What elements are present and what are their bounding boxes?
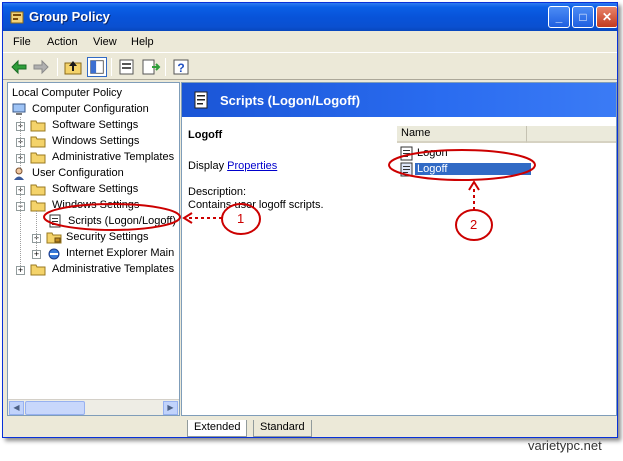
scroll-left-icon[interactable]: ◀ [9, 401, 24, 415]
tree-item-label: Scripts (Logon/Logoff) [68, 215, 177, 227]
tree-item-uc-administrative-templates[interactable]: + Administrative Templates [16, 262, 176, 278]
list-item-logon[interactable]: Logon [397, 146, 537, 162]
folder-icon [30, 136, 46, 148]
toolbar: ? [3, 54, 617, 80]
console-tree[interactable]: Local Computer Policy Computer Configura… [7, 82, 180, 416]
properties-link[interactable]: Properties [227, 160, 277, 172]
expand-icon[interactable]: + [16, 154, 25, 163]
show-hide-tree-icon[interactable] [87, 57, 107, 77]
expand-icon[interactable]: + [16, 138, 25, 147]
menu-bar: File Action View Help [3, 31, 617, 53]
description-text: Contains user logoff scripts. [188, 199, 324, 211]
maximize-button[interactable]: □ [572, 6, 594, 28]
annotation-number-2: 2 [470, 217, 478, 232]
tree-item-label: Local Computer Policy [12, 87, 123, 99]
description-title: Logoff [188, 129, 223, 141]
menu-file[interactable]: File [13, 36, 31, 48]
menu-action[interactable]: Action [47, 36, 78, 48]
details-header: Scripts (Logon/Logoff) [182, 83, 616, 117]
tree-item-uc-internet-explorer-maintenance[interactable]: + Internet Explorer Main [32, 246, 179, 262]
script-icon [400, 146, 413, 161]
column-header-name[interactable]: Name [397, 126, 527, 143]
details-pane: Scripts (Logon/Logoff) Logoff Display Pr… [181, 82, 617, 416]
tree-item-label: Software Settings [52, 119, 139, 131]
collapse-icon[interactable]: − [16, 202, 25, 211]
open-folder-icon [30, 200, 46, 212]
expand-icon[interactable]: + [16, 122, 25, 131]
export-list-icon[interactable] [141, 57, 161, 77]
tree-item-label: Security Settings [66, 231, 149, 243]
script-icon [194, 91, 208, 109]
toolbar-separator [111, 58, 112, 76]
script-icon [49, 214, 61, 228]
folder-icon [30, 152, 46, 164]
tab-extended[interactable]: Extended [187, 420, 248, 437]
group-policy-icon [10, 11, 24, 24]
script-icon [400, 162, 413, 177]
details-header-title: Scripts (Logon/Logoff) [220, 93, 361, 108]
folder-icon [30, 264, 46, 276]
tree-item-uc-software-settings[interactable]: + Software Settings [16, 182, 176, 198]
title-bar[interactable]: Group Policy _ □ ✕ [3, 3, 617, 31]
tree-item-label: Software Settings [52, 183, 139, 195]
computer-icon [12, 103, 26, 115]
list-item-logoff[interactable]: Logoff [397, 162, 537, 178]
tree-item-user-configuration[interactable]: User Configuration [12, 166, 172, 182]
watermark: varietypc.net [528, 438, 602, 453]
group-policy-window: Group Policy _ □ ✕ File Action View Help [2, 2, 618, 438]
tree-item-label: Internet Explorer Main [66, 247, 175, 259]
tree-item-uc-windows-settings[interactable]: − Windows Settings [16, 198, 176, 214]
expand-icon[interactable]: + [32, 234, 41, 243]
tree-item-label: Windows Settings [52, 135, 140, 147]
tree-horizontal-scrollbar[interactable]: ◀ ▶ [8, 399, 179, 415]
forward-arrow-icon[interactable] [31, 57, 51, 77]
up-folder-icon[interactable] [63, 57, 83, 77]
tree-item-label: Administrative Templates [52, 151, 175, 163]
scrollbar-thumb[interactable] [25, 401, 85, 415]
properties-icon[interactable] [117, 57, 137, 77]
minimize-button[interactable]: _ [548, 6, 570, 28]
tree-item-label: Computer Configuration [32, 103, 149, 115]
scroll-right-icon[interactable]: ▶ [163, 401, 178, 415]
expand-icon[interactable]: + [16, 266, 25, 275]
security-folder-icon [46, 232, 62, 244]
toolbar-separator [57, 58, 58, 76]
folder-icon [30, 184, 46, 196]
column-header-empty[interactable] [527, 126, 616, 143]
list-item-label: Logon [417, 147, 448, 159]
tree-item-cc-software-settings[interactable]: + Software Settings [16, 118, 176, 134]
internet-explorer-icon [48, 248, 60, 260]
tree-item-cc-windows-settings[interactable]: + Windows Settings [16, 134, 176, 150]
window-title: Group Policy [29, 9, 110, 24]
tree-item-label: Windows Settings [52, 199, 140, 211]
svg-text:?: ? [177, 61, 184, 75]
close-button[interactable]: ✕ [596, 6, 617, 28]
tree-item-label: Administrative Templates [52, 263, 175, 275]
tree-item-computer-configuration[interactable]: Computer Configuration [12, 102, 172, 118]
menu-view[interactable]: View [93, 36, 117, 48]
list-item-label: Logoff [415, 163, 531, 175]
view-tabs: Extended Standard [181, 420, 617, 437]
menu-help[interactable]: Help [131, 36, 154, 48]
display-properties-line: Display Properties [188, 160, 277, 172]
tab-standard[interactable]: Standard [253, 420, 312, 437]
user-icon [14, 167, 24, 180]
scripts-list[interactable]: Name Logon Logoff [397, 122, 616, 415]
annotation-number-1: 1 [237, 211, 245, 226]
toolbar-separator [165, 58, 166, 76]
tree-item-scripts-logon-logoff[interactable]: Scripts (Logon/Logoff) [48, 214, 179, 230]
expand-icon[interactable]: + [16, 186, 25, 195]
folder-icon [30, 120, 46, 132]
description-label: Description: [188, 186, 247, 198]
expand-icon[interactable]: + [32, 250, 41, 259]
tree-item-uc-security-settings[interactable]: + Security Settings [32, 230, 179, 246]
tree-item-label: User Configuration [32, 167, 124, 179]
help-icon[interactable]: ? [171, 57, 191, 77]
back-arrow-icon[interactable] [9, 57, 29, 77]
display-prefix: Display [188, 160, 228, 172]
tree-item-cc-administrative-templates[interactable]: + Administrative Templates [16, 150, 176, 166]
